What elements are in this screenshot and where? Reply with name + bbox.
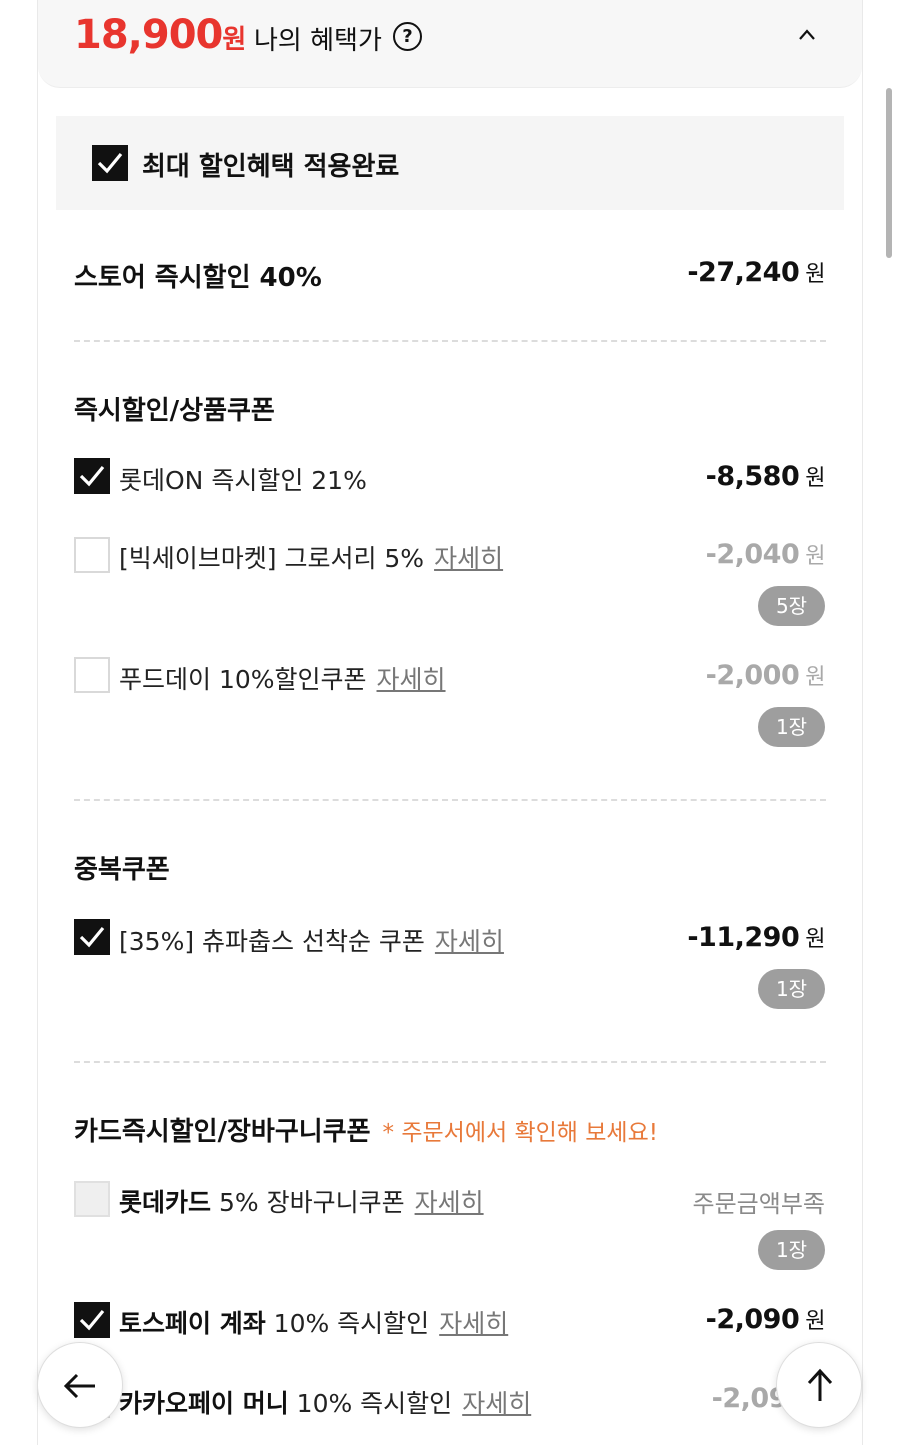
coupon-checkbox-lotteon[interactable] [74,458,110,494]
benefit-price: 18,900원 [74,12,246,58]
max-benefit-checkbox[interactable] [92,145,128,181]
section-title-duplicate: 중복쿠폰 [74,855,170,885]
details-link[interactable]: 자세히 [377,665,446,694]
max-benefit-label: 최대 할인혜택 적용완료 [142,152,400,182]
divider [74,1061,826,1063]
arrow-up-icon [807,1368,833,1401]
insufficient-amount-status: 주문금액부족 [692,1190,825,1218]
back-button[interactable] [37,1342,123,1428]
coupon-checkbox-chupachups[interactable] [74,919,110,955]
coupon-label-kakaopay: 카카오페이 머니 10% 즉시할인 자세히 [119,1389,532,1418]
section-note: * 주문서에서 확인해 보세요! [382,1120,658,1146]
details-link[interactable]: 자세히 [434,544,503,573]
coupon-label-foodday: 푸드데이 10%할인쿠폰 자세히 [119,665,446,694]
coupon-label-lotteon: 롯데ON 즉시할인 21% [119,466,367,495]
coupon-count-badge: 1장 [758,707,825,747]
coupon-amount-chupachups: -11,290 원 [687,922,825,953]
checkmark-icon [79,1309,105,1331]
store-discount-amount: -27,240 원 [687,257,825,288]
divider [74,799,826,801]
help-icon[interactable]: ? [393,22,422,51]
details-link[interactable]: 자세히 [439,1309,508,1338]
section-title-card: 카드즉시할인/장바구니쿠폰 * 주문서에서 확인해 보세요! [74,1117,658,1147]
coupon-count-badge: 1장 [758,969,825,1009]
benefit-panel [37,0,863,1445]
coupon-amount-foodday: -2,000 원 [705,660,826,691]
coupon-amount-tosspay: -2,090 원 [705,1304,826,1335]
coupon-amount-lotteon: -8,580 원 [705,461,826,492]
checkmark-icon [97,152,123,174]
coupon-label-tosspay: 토스페이 계좌 10% 즉시할인 자세히 [119,1309,509,1338]
scrollbar[interactable] [886,88,892,258]
coupon-count-badge: 1장 [758,1230,825,1270]
price-summary-bar[interactable]: 18,900원 나의 혜택가 ? [38,0,862,88]
details-link[interactable]: 자세히 [462,1389,531,1418]
coupon-checkbox-bigsave[interactable] [74,537,110,573]
coupon-checkbox-tosspay[interactable] [74,1302,110,1338]
coupon-checkbox-lottecard [74,1181,110,1217]
arrow-left-icon [63,1373,95,1399]
coupon-label-bigsave: [빅세이브마켓] 그로서리 5% 자세히 [119,544,504,573]
max-benefit-box: 최대 할인혜택 적용완료 [56,116,844,210]
section-title-instant: 즉시할인/상품쿠폰 [74,396,275,426]
coupon-count-badge: 5장 [758,586,825,626]
benefit-price-label: 나의 혜택가 [254,26,382,56]
details-link[interactable]: 자세히 [415,1188,484,1217]
store-discount-label: 스토어 즉시할인 40% [74,263,322,293]
coupon-amount-bigsave: -2,040 원 [705,539,826,570]
chevron-up-icon[interactable] [798,26,816,44]
checkmark-icon [79,926,105,948]
scroll-top-button[interactable] [776,1342,862,1428]
checkmark-icon [79,465,105,487]
coupon-checkbox-foodday[interactable] [74,657,110,693]
coupon-label-lottecard: 롯데카드 5% 장바구니쿠폰 자세히 [119,1188,484,1217]
details-link[interactable]: 자세히 [435,927,504,956]
coupon-label-chupachups: [35%] 츄파춥스 선착순 쿠폰 자세히 [119,927,504,956]
divider [74,340,826,342]
